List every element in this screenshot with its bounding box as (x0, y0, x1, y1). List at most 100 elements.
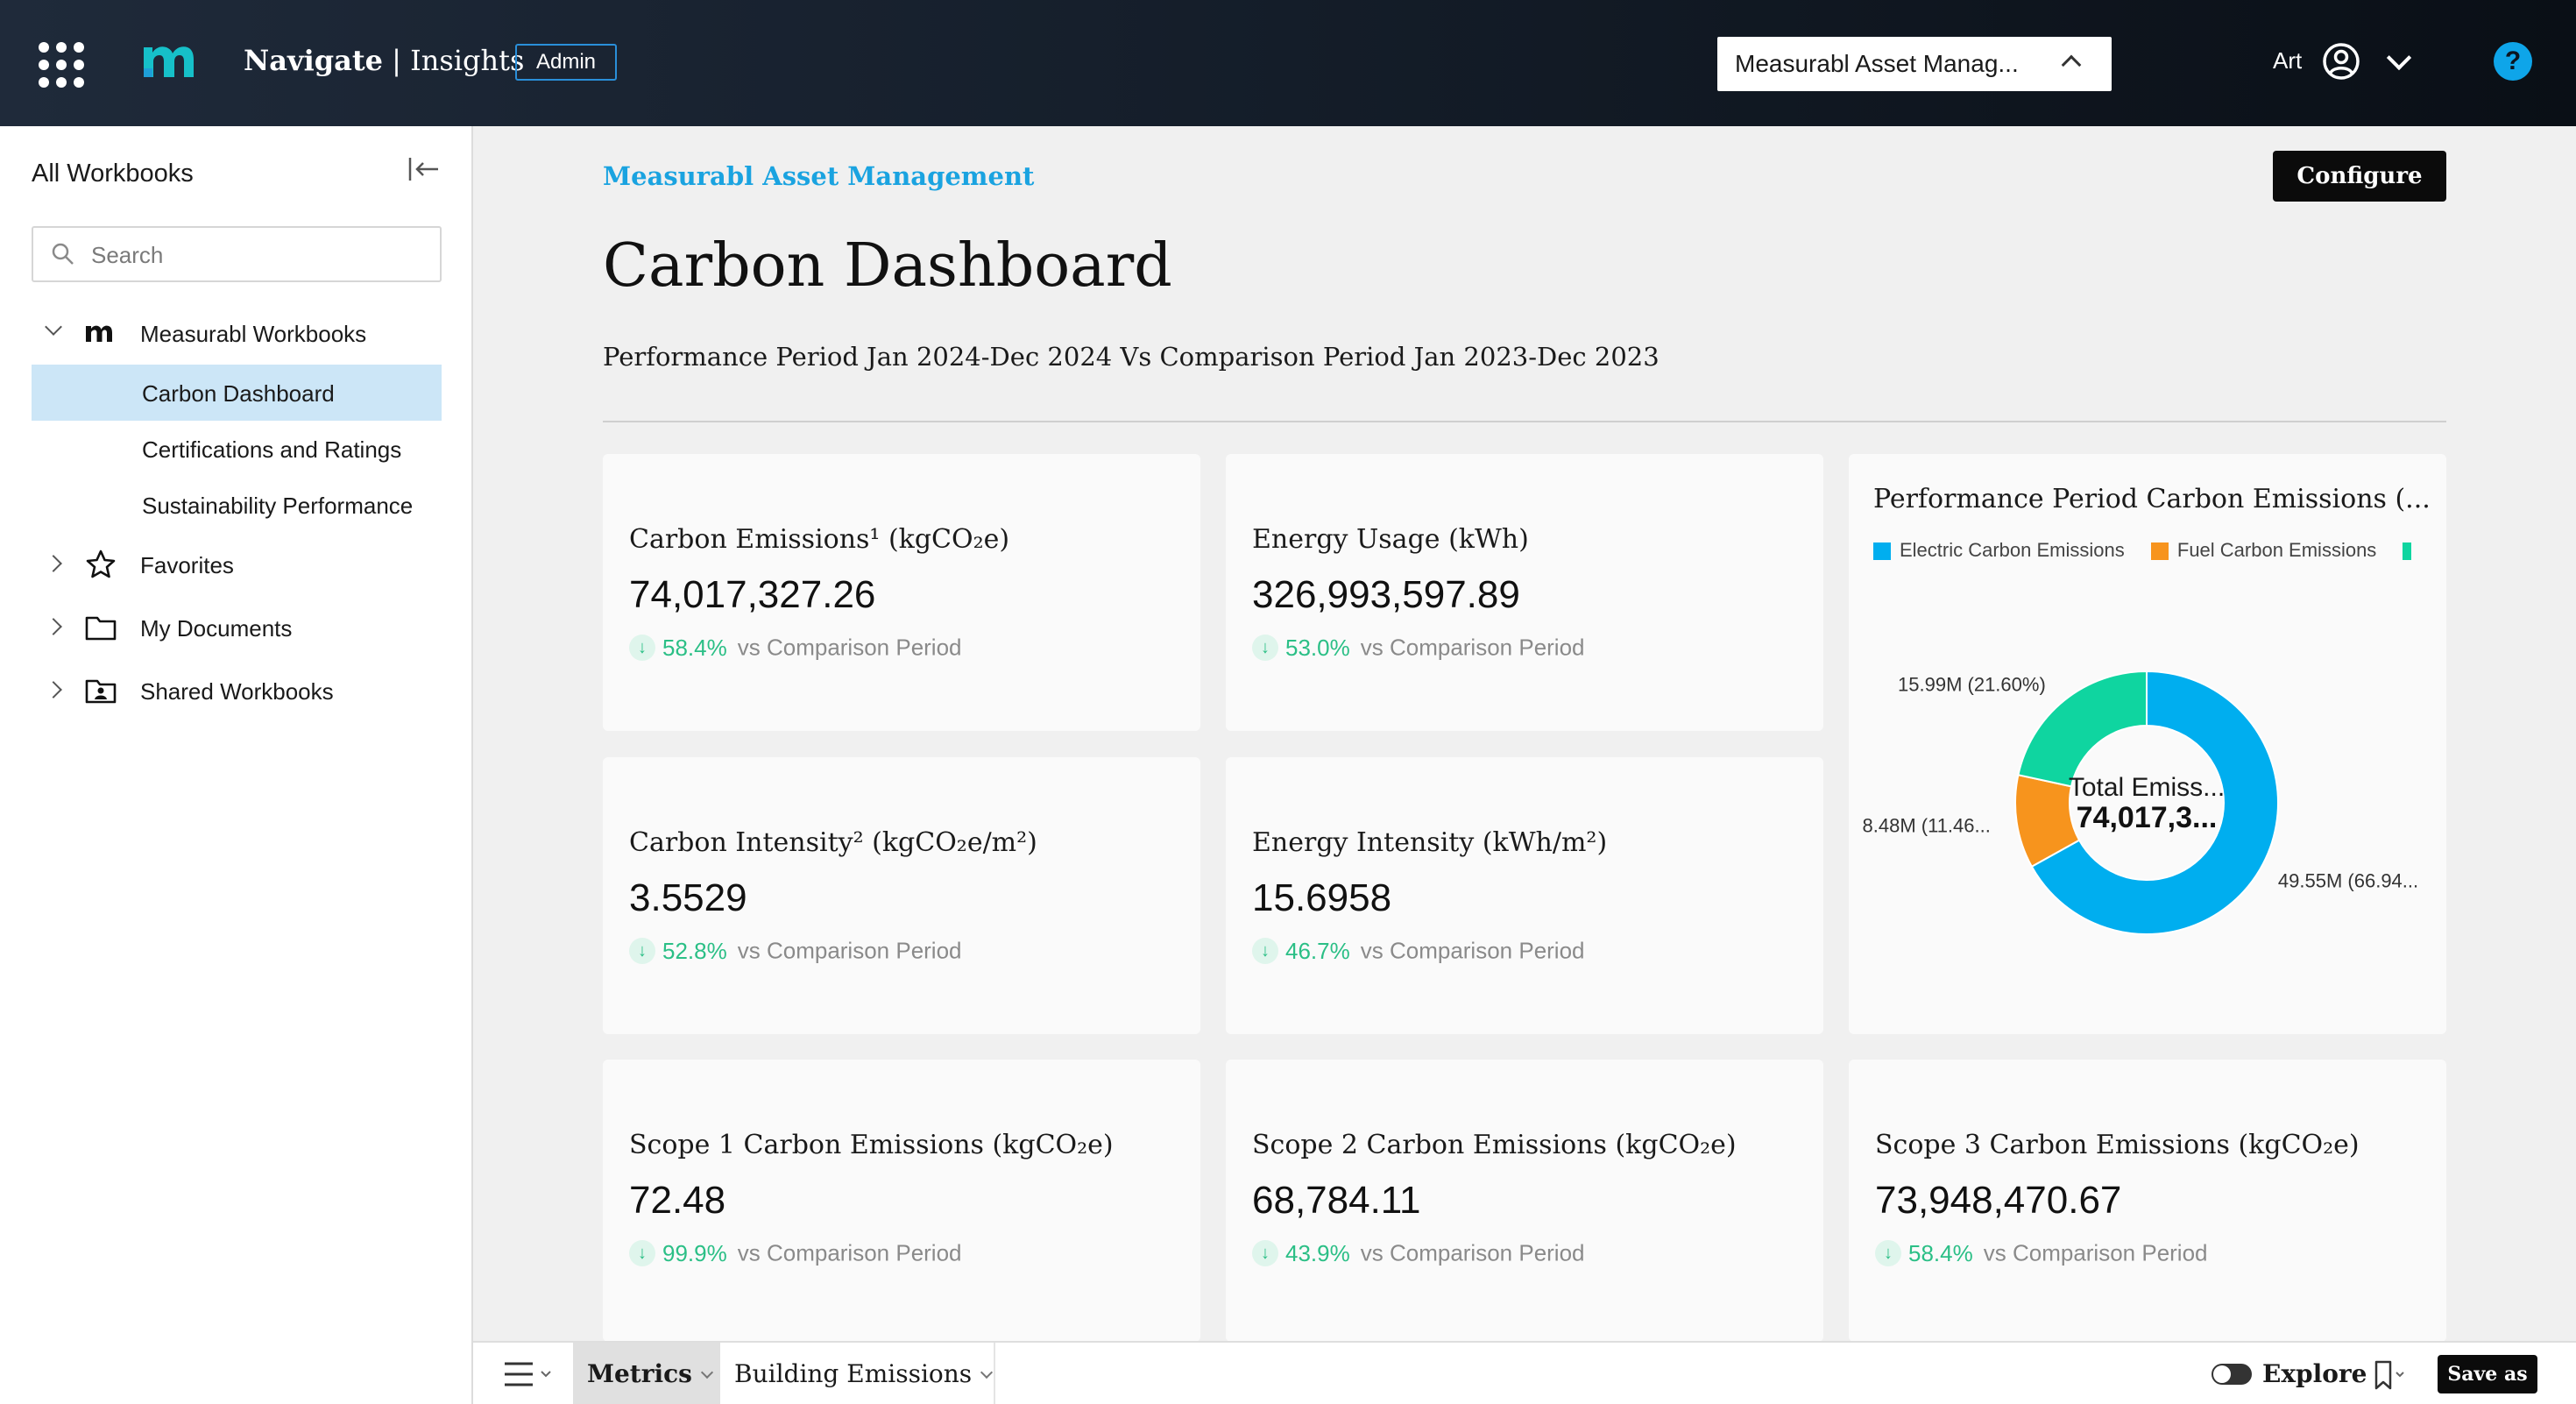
kpi-delta-percent: 53.0% (1285, 634, 1350, 661)
chevron-down-icon[interactable] (45, 318, 62, 336)
kpi-delta-label: vs Comparison Period (1360, 937, 1585, 964)
kpi-delta-percent: 43.9% (1285, 1239, 1350, 1266)
kpi-card-scope-1[interactable]: Scope 1 Carbon Emissions (kgCO₂e) 72.48 … (603, 1060, 1200, 1342)
chevron-down-icon (980, 1365, 994, 1379)
tab-metrics[interactable]: Metrics (573, 1343, 720, 1404)
hamburger-menu-icon[interactable] (503, 1358, 564, 1390)
save-as-button[interactable]: Save as (2438, 1355, 2537, 1393)
sidebar-item-label: Carbon Dashboard (142, 380, 335, 407)
product-brand[interactable]: Navigate | Insights (244, 44, 524, 77)
collapse-sidebar-icon[interactable] (407, 156, 442, 182)
sidebar-item-certifications[interactable]: Certifications and Ratings (32, 421, 442, 477)
organization-select[interactable]: Measurabl Asset Manag... (1717, 37, 2112, 91)
kpi-value: 326,993,597.89 (1252, 573, 1520, 616)
kpi-delta: ↓ 58.4% vs Comparison Period (1875, 1238, 2208, 1267)
chevron-up-icon (2061, 54, 2082, 75)
sidebar-item-carbon-dashboard[interactable]: Carbon Dashboard (32, 365, 442, 421)
user-menu-chevron-icon[interactable] (2386, 45, 2412, 71)
tab-label: Building Emissions (734, 1359, 973, 1388)
arrow-down-icon: ↓ (629, 1240, 655, 1267)
folder-icon (85, 616, 117, 641)
sidebar-item-my-documents[interactable]: My Documents (32, 599, 442, 656)
kpi-value: 3.5529 (629, 876, 747, 919)
kpi-value: 73,948,470.67 (1875, 1179, 2122, 1222)
sidebar-item-label: Favorites (140, 552, 234, 578)
kpi-delta-label: vs Comparison Period (737, 1239, 962, 1266)
search-input[interactable] (91, 238, 424, 272)
kpi-delta-label: vs Comparison Period (737, 937, 962, 964)
performance-period: Performance Period Jan 2024-Dec 2024 Vs … (603, 342, 1660, 372)
tab-building-emissions[interactable]: Building Emissions (734, 1343, 994, 1404)
top-bar: Navigate | Insights Admin Measurabl Asse… (0, 0, 2576, 126)
kpi-title: Carbon Emissions¹ (kgCO₂e) (629, 524, 1010, 555)
kpi-value: 72.48 (629, 1179, 726, 1222)
star-icon (86, 550, 116, 578)
kpi-delta-label: vs Comparison Period (737, 634, 962, 661)
configure-button[interactable]: Configure (2273, 151, 2446, 202)
user-name[interactable]: Art (2273, 47, 2302, 74)
divider (603, 421, 2446, 422)
kpi-card-scope-2[interactable]: Scope 2 Carbon Emissions (kgCO₂e) 68,784… (1226, 1060, 1823, 1342)
kpi-delta-label: vs Comparison Period (1360, 1239, 1585, 1266)
chevron-right-icon[interactable] (45, 555, 62, 572)
kpi-title: Scope 1 Carbon Emissions (kgCO₂e) (629, 1130, 1114, 1160)
arrow-down-icon: ↓ (629, 635, 655, 662)
measurabl-logo-icon (86, 325, 112, 342)
sidebar-item-measurabl-workbooks[interactable]: Measurabl Workbooks (32, 305, 442, 361)
kpi-delta-percent: 46.7% (1285, 937, 1350, 964)
kpi-delta: ↓ 52.8% vs Comparison Period (629, 936, 962, 965)
arrow-down-icon: ↓ (1252, 1240, 1278, 1267)
admin-badge[interactable]: Admin (515, 44, 617, 81)
sidebar-item-label: Shared Workbooks (140, 678, 334, 705)
brand-suffix: | Insights (392, 44, 525, 77)
user-avatar-icon[interactable] (2322, 42, 2360, 81)
donut-center-value: 74,017,3... (2077, 801, 2218, 834)
shared-folder-icon (85, 679, 117, 704)
donut-slice-label: 15.99M (21.60%) (1898, 674, 2046, 696)
organization-select-value: Measurabl Asset Manag... (1735, 50, 2019, 77)
explore-toggle[interactable] (2212, 1364, 2252, 1385)
bookmark-icon[interactable] (2373, 1360, 2408, 1390)
kpi-delta-percent: 52.8% (662, 937, 727, 964)
kpi-delta: ↓ 99.9% vs Comparison Period (629, 1238, 962, 1267)
donut-center-label: Total Emiss... (2069, 773, 2225, 802)
help-icon[interactable]: ? (2494, 42, 2532, 81)
kpi-title: Energy Usage (kWh) (1252, 524, 1529, 555)
sidebar-item-label: Measurabl Workbooks (140, 321, 367, 347)
arrow-down-icon: ↓ (1252, 938, 1278, 965)
sidebar-title: All Workbooks (32, 160, 194, 188)
chevron-right-icon[interactable] (45, 618, 62, 635)
sidebar-item-shared-workbooks[interactable]: Shared Workbooks (32, 663, 442, 719)
kpi-card-energy-intensity[interactable]: Energy Intensity (kWh/m²) 15.6958 ↓ 46.7%… (1226, 757, 1823, 1034)
sidebar-item-sustainability-performance[interactable]: Sustainability Performance (32, 477, 442, 533)
kpi-value: 74,017,327.26 (629, 573, 876, 616)
breadcrumb[interactable]: Measurabl Asset Management (603, 161, 1034, 191)
kpi-card-carbon-intensity[interactable]: Carbon Intensity² (kgCO₂e/m²) 3.5529 ↓ 52… (603, 757, 1200, 1034)
bottom-tab-bar: Metrics Building Emissions Explore Save … (473, 1341, 2576, 1404)
sidebar-item-label: My Documents (140, 615, 293, 642)
explore-label[interactable]: Explore (2262, 1343, 2367, 1404)
arrow-down-icon: ↓ (1875, 1240, 1901, 1267)
kpi-value: 68,784.11 (1252, 1179, 1421, 1222)
sidebar-search (32, 226, 442, 282)
kpi-card-carbon-emissions[interactable]: Carbon Emissions¹ (kgCO₂e) 74,017,327.26… (603, 454, 1200, 731)
sidebar-item-favorites[interactable]: Favorites (32, 536, 442, 592)
kpi-card-scope-3[interactable]: Scope 3 Carbon Emissions (kgCO₂e) 73,948… (1849, 1060, 2446, 1342)
donut-slice-label: 49.55M (66.94... (2278, 869, 2418, 891)
tab-divider (994, 1343, 995, 1404)
sidebar-item-label: Certifications and Ratings (142, 436, 402, 463)
tab-label: Metrics (587, 1359, 692, 1388)
kpi-title: Scope 2 Carbon Emissions (kgCO₂e) (1252, 1130, 1737, 1160)
app-launcher-icon[interactable] (39, 42, 84, 88)
arrow-down-icon: ↓ (1252, 635, 1278, 662)
chevron-down-icon (700, 1365, 714, 1379)
kpi-card-energy-usage[interactable]: Energy Usage (kWh) 326,993,597.89 ↓ 53.0%… (1226, 454, 1823, 731)
page-title: Carbon Dashboard (603, 231, 1172, 301)
chevron-right-icon[interactable] (45, 681, 62, 698)
kpi-delta: ↓ 43.9% vs Comparison Period (1252, 1238, 1585, 1267)
measurabl-logo-icon[interactable] (140, 39, 196, 81)
kpi-delta-percent: 58.4% (662, 634, 727, 661)
kpi-delta-label: vs Comparison Period (1983, 1239, 2208, 1266)
donut-chart: 49.55M (66.94... 8.48M (11.46... 15.99M (2… (1863, 670, 2418, 935)
emissions-donut-card[interactable]: Performance Period Carbon Emissions (...… (1849, 454, 2446, 1034)
